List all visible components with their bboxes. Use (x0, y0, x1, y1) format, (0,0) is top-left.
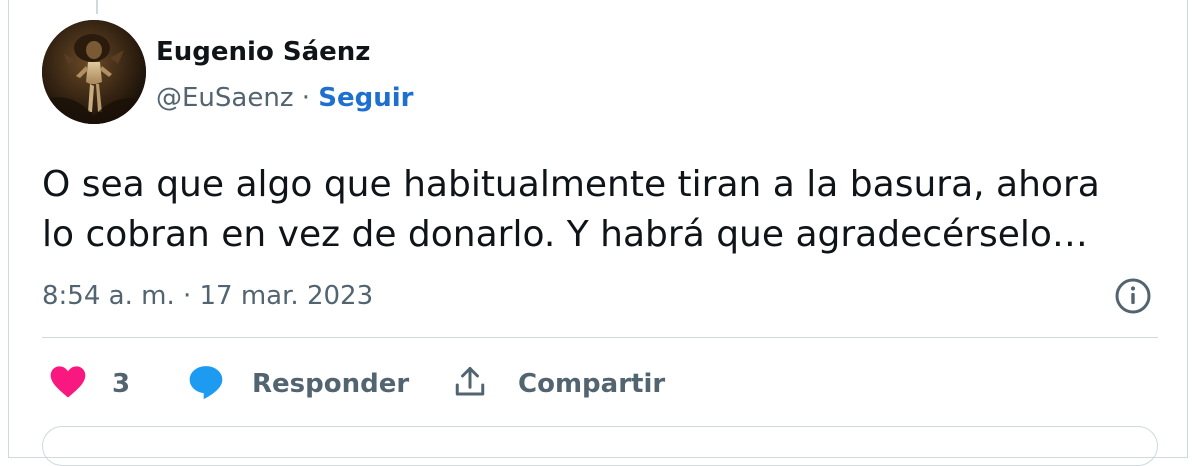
divider (42, 337, 1158, 338)
heart-icon (48, 362, 88, 406)
avatar-image (42, 20, 146, 124)
thread-line (96, 0, 98, 14)
info-icon[interactable] (1113, 276, 1153, 316)
reply-label: Responder (252, 369, 410, 399)
like-button[interactable]: 3 (48, 364, 130, 404)
avatar[interactable] (42, 20, 146, 124)
share-button[interactable]: Compartir (452, 364, 665, 404)
reply-button[interactable]: Responder (186, 364, 409, 404)
tweet-text-line: lo cobran en vez de donarlo. Y habrá que… (42, 214, 1088, 255)
upload-icon (452, 364, 488, 404)
handle-row: @EuSaenz · Seguir (156, 80, 413, 116)
author-name[interactable]: Eugenio Sáenz (156, 34, 370, 70)
read-replies-button[interactable] (42, 426, 1158, 466)
follow-button[interactable]: Seguir (318, 83, 413, 113)
share-label: Compartir (518, 369, 666, 399)
tweet-timestamp[interactable]: 8:54 a. m. · 17 mar. 2023 (42, 278, 373, 314)
speech-bubble-icon (186, 362, 226, 406)
author-handle[interactable]: @EuSaenz (156, 83, 293, 113)
like-count: 3 (112, 369, 131, 399)
separator-dot: · (301, 83, 310, 113)
tweet-text-line: O sea que algo que habitualmente tiran a… (42, 164, 1100, 205)
